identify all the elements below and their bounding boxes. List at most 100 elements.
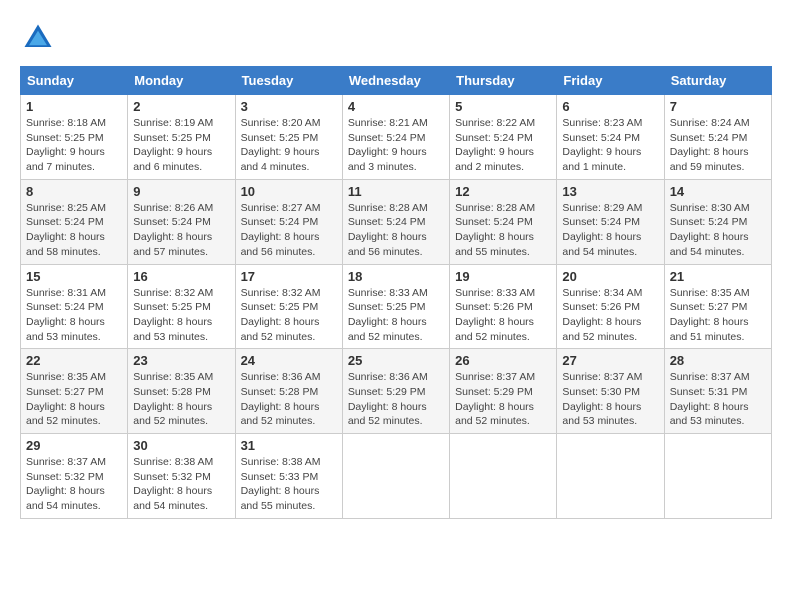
day-info: Sunrise: 8:34 AM Sunset: 5:26 PM Dayligh…: [562, 286, 658, 345]
day-number: 29: [26, 438, 122, 453]
calendar-cell: 6 Sunrise: 8:23 AM Sunset: 5:24 PM Dayli…: [557, 95, 664, 180]
day-info: Sunrise: 8:27 AM Sunset: 5:24 PM Dayligh…: [241, 201, 337, 260]
calendar-cell: 20 Sunrise: 8:34 AM Sunset: 5:26 PM Dayl…: [557, 264, 664, 349]
day-info: Sunrise: 8:28 AM Sunset: 5:24 PM Dayligh…: [348, 201, 444, 260]
calendar-header-monday: Monday: [128, 67, 235, 95]
day-info: Sunrise: 8:28 AM Sunset: 5:24 PM Dayligh…: [455, 201, 551, 260]
calendar-week-3: 15 Sunrise: 8:31 AM Sunset: 5:24 PM Dayl…: [21, 264, 772, 349]
calendar-cell: [342, 434, 449, 519]
calendar-cell: [450, 434, 557, 519]
calendar-cell: 7 Sunrise: 8:24 AM Sunset: 5:24 PM Dayli…: [664, 95, 771, 180]
calendar-cell: 16 Sunrise: 8:32 AM Sunset: 5:25 PM Dayl…: [128, 264, 235, 349]
day-number: 12: [455, 184, 551, 199]
day-info: Sunrise: 8:33 AM Sunset: 5:25 PM Dayligh…: [348, 286, 444, 345]
calendar-cell: 17 Sunrise: 8:32 AM Sunset: 5:25 PM Dayl…: [235, 264, 342, 349]
calendar-cell: 29 Sunrise: 8:37 AM Sunset: 5:32 PM Dayl…: [21, 434, 128, 519]
calendar-week-5: 29 Sunrise: 8:37 AM Sunset: 5:32 PM Dayl…: [21, 434, 772, 519]
day-info: Sunrise: 8:30 AM Sunset: 5:24 PM Dayligh…: [670, 201, 766, 260]
day-number: 24: [241, 353, 337, 368]
day-number: 1: [26, 99, 122, 114]
calendar-header-saturday: Saturday: [664, 67, 771, 95]
day-number: 13: [562, 184, 658, 199]
calendar-cell: 10 Sunrise: 8:27 AM Sunset: 5:24 PM Dayl…: [235, 179, 342, 264]
day-info: Sunrise: 8:37 AM Sunset: 5:31 PM Dayligh…: [670, 370, 766, 429]
calendar-cell: 18 Sunrise: 8:33 AM Sunset: 5:25 PM Dayl…: [342, 264, 449, 349]
calendar-cell: 31 Sunrise: 8:38 AM Sunset: 5:33 PM Dayl…: [235, 434, 342, 519]
calendar-cell: 2 Sunrise: 8:19 AM Sunset: 5:25 PM Dayli…: [128, 95, 235, 180]
calendar-header-thursday: Thursday: [450, 67, 557, 95]
day-info: Sunrise: 8:36 AM Sunset: 5:29 PM Dayligh…: [348, 370, 444, 429]
day-number: 5: [455, 99, 551, 114]
day-number: 7: [670, 99, 766, 114]
day-info: Sunrise: 8:29 AM Sunset: 5:24 PM Dayligh…: [562, 201, 658, 260]
day-info: Sunrise: 8:38 AM Sunset: 5:33 PM Dayligh…: [241, 455, 337, 514]
day-info: Sunrise: 8:24 AM Sunset: 5:24 PM Dayligh…: [670, 116, 766, 175]
calendar-cell: 21 Sunrise: 8:35 AM Sunset: 5:27 PM Dayl…: [664, 264, 771, 349]
calendar-cell: 28 Sunrise: 8:37 AM Sunset: 5:31 PM Dayl…: [664, 349, 771, 434]
day-number: 22: [26, 353, 122, 368]
calendar-cell: 23 Sunrise: 8:35 AM Sunset: 5:28 PM Dayl…: [128, 349, 235, 434]
calendar-cell: 27 Sunrise: 8:37 AM Sunset: 5:30 PM Dayl…: [557, 349, 664, 434]
day-info: Sunrise: 8:37 AM Sunset: 5:30 PM Dayligh…: [562, 370, 658, 429]
calendar-cell: 15 Sunrise: 8:31 AM Sunset: 5:24 PM Dayl…: [21, 264, 128, 349]
calendar-week-2: 8 Sunrise: 8:25 AM Sunset: 5:24 PM Dayli…: [21, 179, 772, 264]
calendar-cell: 8 Sunrise: 8:25 AM Sunset: 5:24 PM Dayli…: [21, 179, 128, 264]
logo-icon: [20, 20, 56, 56]
day-info: Sunrise: 8:20 AM Sunset: 5:25 PM Dayligh…: [241, 116, 337, 175]
calendar-cell: 1 Sunrise: 8:18 AM Sunset: 5:25 PM Dayli…: [21, 95, 128, 180]
day-number: 19: [455, 269, 551, 284]
day-info: Sunrise: 8:31 AM Sunset: 5:24 PM Dayligh…: [26, 286, 122, 345]
day-number: 10: [241, 184, 337, 199]
calendar-cell: 24 Sunrise: 8:36 AM Sunset: 5:28 PM Dayl…: [235, 349, 342, 434]
day-number: 14: [670, 184, 766, 199]
day-number: 17: [241, 269, 337, 284]
day-info: Sunrise: 8:37 AM Sunset: 5:29 PM Dayligh…: [455, 370, 551, 429]
day-info: Sunrise: 8:32 AM Sunset: 5:25 PM Dayligh…: [133, 286, 229, 345]
calendar-cell: 11 Sunrise: 8:28 AM Sunset: 5:24 PM Dayl…: [342, 179, 449, 264]
calendar-week-4: 22 Sunrise: 8:35 AM Sunset: 5:27 PM Dayl…: [21, 349, 772, 434]
day-info: Sunrise: 8:23 AM Sunset: 5:24 PM Dayligh…: [562, 116, 658, 175]
day-number: 2: [133, 99, 229, 114]
day-info: Sunrise: 8:38 AM Sunset: 5:32 PM Dayligh…: [133, 455, 229, 514]
day-number: 26: [455, 353, 551, 368]
day-number: 20: [562, 269, 658, 284]
day-number: 11: [348, 184, 444, 199]
page-header: [20, 20, 772, 56]
calendar-cell: [664, 434, 771, 519]
day-info: Sunrise: 8:19 AM Sunset: 5:25 PM Dayligh…: [133, 116, 229, 175]
calendar-cell: 22 Sunrise: 8:35 AM Sunset: 5:27 PM Dayl…: [21, 349, 128, 434]
calendar-cell: 25 Sunrise: 8:36 AM Sunset: 5:29 PM Dayl…: [342, 349, 449, 434]
calendar-cell: 12 Sunrise: 8:28 AM Sunset: 5:24 PM Dayl…: [450, 179, 557, 264]
day-number: 25: [348, 353, 444, 368]
day-info: Sunrise: 8:35 AM Sunset: 5:27 PM Dayligh…: [670, 286, 766, 345]
calendar-cell: [557, 434, 664, 519]
day-number: 16: [133, 269, 229, 284]
calendar-cell: 14 Sunrise: 8:30 AM Sunset: 5:24 PM Dayl…: [664, 179, 771, 264]
calendar-header-row: SundayMondayTuesdayWednesdayThursdayFrid…: [21, 67, 772, 95]
day-number: 30: [133, 438, 229, 453]
day-number: 28: [670, 353, 766, 368]
calendar-header-sunday: Sunday: [21, 67, 128, 95]
day-number: 8: [26, 184, 122, 199]
day-info: Sunrise: 8:21 AM Sunset: 5:24 PM Dayligh…: [348, 116, 444, 175]
calendar-header-friday: Friday: [557, 67, 664, 95]
day-info: Sunrise: 8:36 AM Sunset: 5:28 PM Dayligh…: [241, 370, 337, 429]
calendar-cell: 19 Sunrise: 8:33 AM Sunset: 5:26 PM Dayl…: [450, 264, 557, 349]
calendar-cell: 13 Sunrise: 8:29 AM Sunset: 5:24 PM Dayl…: [557, 179, 664, 264]
day-number: 15: [26, 269, 122, 284]
calendar-header-wednesday: Wednesday: [342, 67, 449, 95]
day-info: Sunrise: 8:26 AM Sunset: 5:24 PM Dayligh…: [133, 201, 229, 260]
day-info: Sunrise: 8:35 AM Sunset: 5:27 PM Dayligh…: [26, 370, 122, 429]
day-info: Sunrise: 8:32 AM Sunset: 5:25 PM Dayligh…: [241, 286, 337, 345]
logo: [20, 20, 62, 56]
day-number: 3: [241, 99, 337, 114]
day-info: Sunrise: 8:35 AM Sunset: 5:28 PM Dayligh…: [133, 370, 229, 429]
calendar-table: SundayMondayTuesdayWednesdayThursdayFrid…: [20, 66, 772, 519]
day-number: 18: [348, 269, 444, 284]
day-info: Sunrise: 8:18 AM Sunset: 5:25 PM Dayligh…: [26, 116, 122, 175]
day-number: 21: [670, 269, 766, 284]
calendar-cell: 4 Sunrise: 8:21 AM Sunset: 5:24 PM Dayli…: [342, 95, 449, 180]
day-number: 31: [241, 438, 337, 453]
day-info: Sunrise: 8:22 AM Sunset: 5:24 PM Dayligh…: [455, 116, 551, 175]
day-info: Sunrise: 8:33 AM Sunset: 5:26 PM Dayligh…: [455, 286, 551, 345]
